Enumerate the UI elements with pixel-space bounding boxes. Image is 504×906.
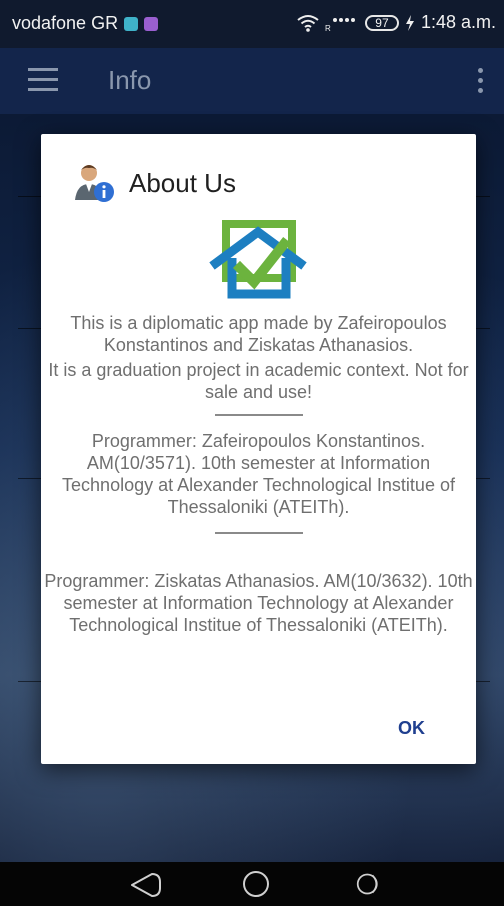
status-right: R 97 1:48 a.m. <box>297 12 496 33</box>
status-left: vodafone GR <box>12 13 159 34</box>
recent-apps-icon[interactable] <box>356 871 382 897</box>
svg-text:R: R <box>325 24 331 32</box>
dialog-body: This is a diplomatic app made by Zafeiro… <box>41 312 476 636</box>
divider <box>476 328 490 329</box>
disclaimer-text: It is a graduation project in academic c… <box>48 360 469 402</box>
page-title: Info <box>108 65 152 95</box>
divider <box>476 478 490 479</box>
about-dialog: About Us This is a diplomatic app made b… <box>41 134 476 764</box>
dialog-header: About Us <box>73 162 236 204</box>
overflow-menu-icon[interactable] <box>478 68 484 94</box>
divider <box>214 532 303 534</box>
charging-icon <box>405 14 414 31</box>
battery-icon: 97 <box>364 14 399 31</box>
navigation-bar <box>0 862 504 906</box>
wifi-icon <box>297 14 319 32</box>
message-notification-icon <box>124 16 139 31</box>
signal-icon: R <box>325 17 355 32</box>
app-bar: Info <box>0 48 504 114</box>
divider <box>214 414 303 416</box>
hamburger-menu-icon[interactable] <box>28 68 58 92</box>
screen: vodafone GR R 97 1:48 a.m. Info About Us… <box>0 0 504 906</box>
divider <box>476 681 490 682</box>
programmer-2-text: Programmer: Ziskatas Athanasios. AM(10/3… <box>44 571 473 635</box>
description-text: This is a diplomatic app made by Zafeiro… <box>70 313 447 355</box>
back-icon[interactable] <box>130 872 162 898</box>
gallery-notification-icon <box>144 16 159 31</box>
home-icon[interactable] <box>243 871 269 897</box>
clock: 1:48 a.m. <box>420 12 496 32</box>
status-bar: vodafone GR R 97 1:48 a.m. <box>0 0 504 48</box>
ok-button[interactable]: OK <box>394 714 429 743</box>
divider <box>476 196 490 197</box>
app-logo-icon <box>209 220 307 299</box>
user-info-icon <box>75 165 114 202</box>
programmer-1-text: Programmer: Zafeiropoulos Konstantinos. … <box>62 431 455 517</box>
carrier-name: vodafone GR <box>12 13 119 33</box>
dialog-title: About Us <box>129 167 236 198</box>
